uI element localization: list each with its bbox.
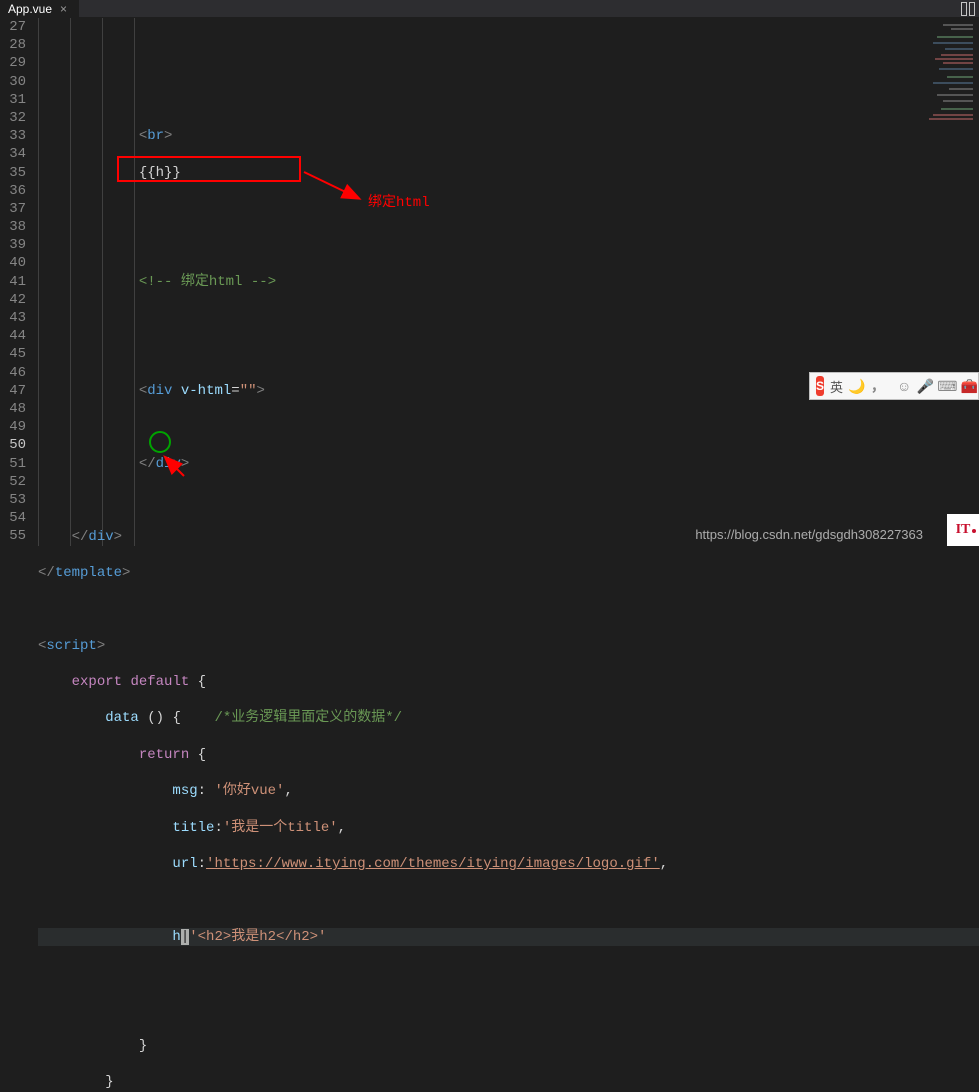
- comma-icon[interactable]: ，: [871, 378, 885, 394]
- tab-filename: App.vue: [8, 2, 52, 16]
- split-editor-icon[interactable]: [961, 2, 975, 16]
- watermark-text: https://blog.csdn.net/gdsgdh308227363: [695, 527, 923, 542]
- annotation-arrow-1: [300, 166, 370, 206]
- blog-logo: IT: [947, 514, 979, 546]
- file-tab[interactable]: App.vue ×: [0, 0, 79, 17]
- ime-logo-icon: S: [816, 376, 824, 396]
- ime-language[interactable]: 英: [830, 377, 843, 396]
- annotation-label: 绑定html: [368, 194, 430, 212]
- moon-icon[interactable]: 🌙: [849, 378, 865, 394]
- line-number-gutter: 27282930313233 34353637383940 4142434445…: [0, 18, 38, 546]
- toolbox-icon[interactable]: 🧰: [961, 378, 977, 394]
- ime-panel[interactable]: S 英 🌙 ， ☺ 🎤 ⌨ 🧰: [809, 372, 979, 400]
- smiley-icon[interactable]: ☺: [897, 378, 911, 394]
- keyboard-icon[interactable]: ⌨: [939, 378, 955, 394]
- annotation-arrow-2: [160, 452, 190, 482]
- mic-icon[interactable]: 🎤: [917, 378, 933, 394]
- tab-bar: App.vue ×: [0, 0, 979, 18]
- minimap[interactable]: [923, 18, 979, 546]
- editor-area: 27282930313233 34353637383940 4142434445…: [0, 18, 979, 546]
- close-icon[interactable]: ×: [60, 2, 67, 16]
- code-area[interactable]: <br> {{h}} <!-- 绑定html --> <div v-html="…: [38, 18, 979, 546]
